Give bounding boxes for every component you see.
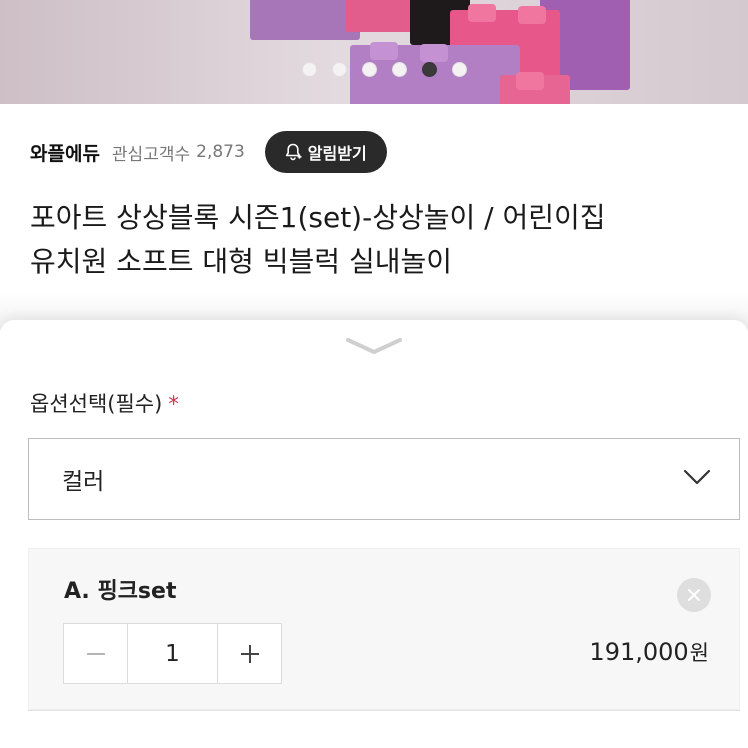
color-select-value: 컬러 xyxy=(62,469,105,495)
seller-row: 와플에듀 관심고객수 2,873 알림받기 xyxy=(30,131,387,173)
carousel-indicator xyxy=(0,62,748,77)
carousel-dot[interactable] xyxy=(391,62,407,77)
quantity-stepper: 1 xyxy=(63,623,282,684)
product-photo-block xyxy=(250,0,360,40)
product-photo-stud xyxy=(518,6,546,24)
product-image-carousel[interactable] xyxy=(0,0,748,104)
carousel-dot[interactable] xyxy=(301,62,317,77)
carousel-dot[interactable] xyxy=(331,62,347,77)
option-price: 191,000 원 xyxy=(589,637,709,667)
remove-option-button[interactable] xyxy=(677,578,711,612)
product-title-line: 유치원 소프트 대형 빅블럭 실내놀이 xyxy=(30,245,453,278)
carousel-dot[interactable] xyxy=(451,62,467,77)
notify-label: 알림받기 xyxy=(307,144,367,163)
quantity-increase-button[interactable] xyxy=(217,624,281,683)
option-section-label: 옵션선택(필수) * xyxy=(30,388,179,418)
close-icon xyxy=(688,589,700,601)
total-summary-bar-partial xyxy=(28,710,740,748)
followers-count: 2,873 xyxy=(196,142,245,162)
chevron-down-icon xyxy=(346,338,402,354)
bell-plus-icon xyxy=(285,143,302,161)
carousel-dot[interactable] xyxy=(361,62,377,77)
minus-icon xyxy=(86,652,105,655)
required-star: * xyxy=(168,392,179,416)
product-title: 포아트 상상블록 시즌1(set)-상상놀이 / 어린이집 유치원 소프트 대형… xyxy=(30,196,730,284)
quantity-value[interactable]: 1 xyxy=(128,624,217,683)
selected-option-card: A. 핑크set 1 191,000 원 xyxy=(28,548,740,710)
product-title-line: 포아트 상상블록 시즌1(set)-상상놀이 / 어린이집 xyxy=(30,201,606,234)
selected-option-name: A. 핑크set xyxy=(64,579,177,604)
option-price-value: 191,000 xyxy=(589,638,689,666)
seller-name[interactable]: 와플에듀 xyxy=(30,139,100,166)
quantity-decrease-button[interactable] xyxy=(64,624,128,683)
option-bottom-sheet: 옵션선택(필수) * 컬러 A. 핑크set 1 191,000 원 xyxy=(0,320,748,748)
notify-button[interactable]: 알림받기 xyxy=(264,131,387,173)
product-photo-stud xyxy=(420,44,448,62)
product-photo-stud xyxy=(370,42,398,60)
option-section-text: 옵션선택(필수) xyxy=(30,392,163,416)
chevron-down-icon xyxy=(683,469,711,485)
sheet-collapse-handle[interactable] xyxy=(344,336,404,362)
plus-icon xyxy=(240,644,259,663)
option-price-unit: 원 xyxy=(689,641,709,665)
product-photo-stud xyxy=(468,4,496,22)
carousel-dot[interactable] xyxy=(421,62,437,77)
followers-label: 관심고객수 xyxy=(111,144,191,165)
color-select[interactable]: 컬러 xyxy=(28,438,740,520)
